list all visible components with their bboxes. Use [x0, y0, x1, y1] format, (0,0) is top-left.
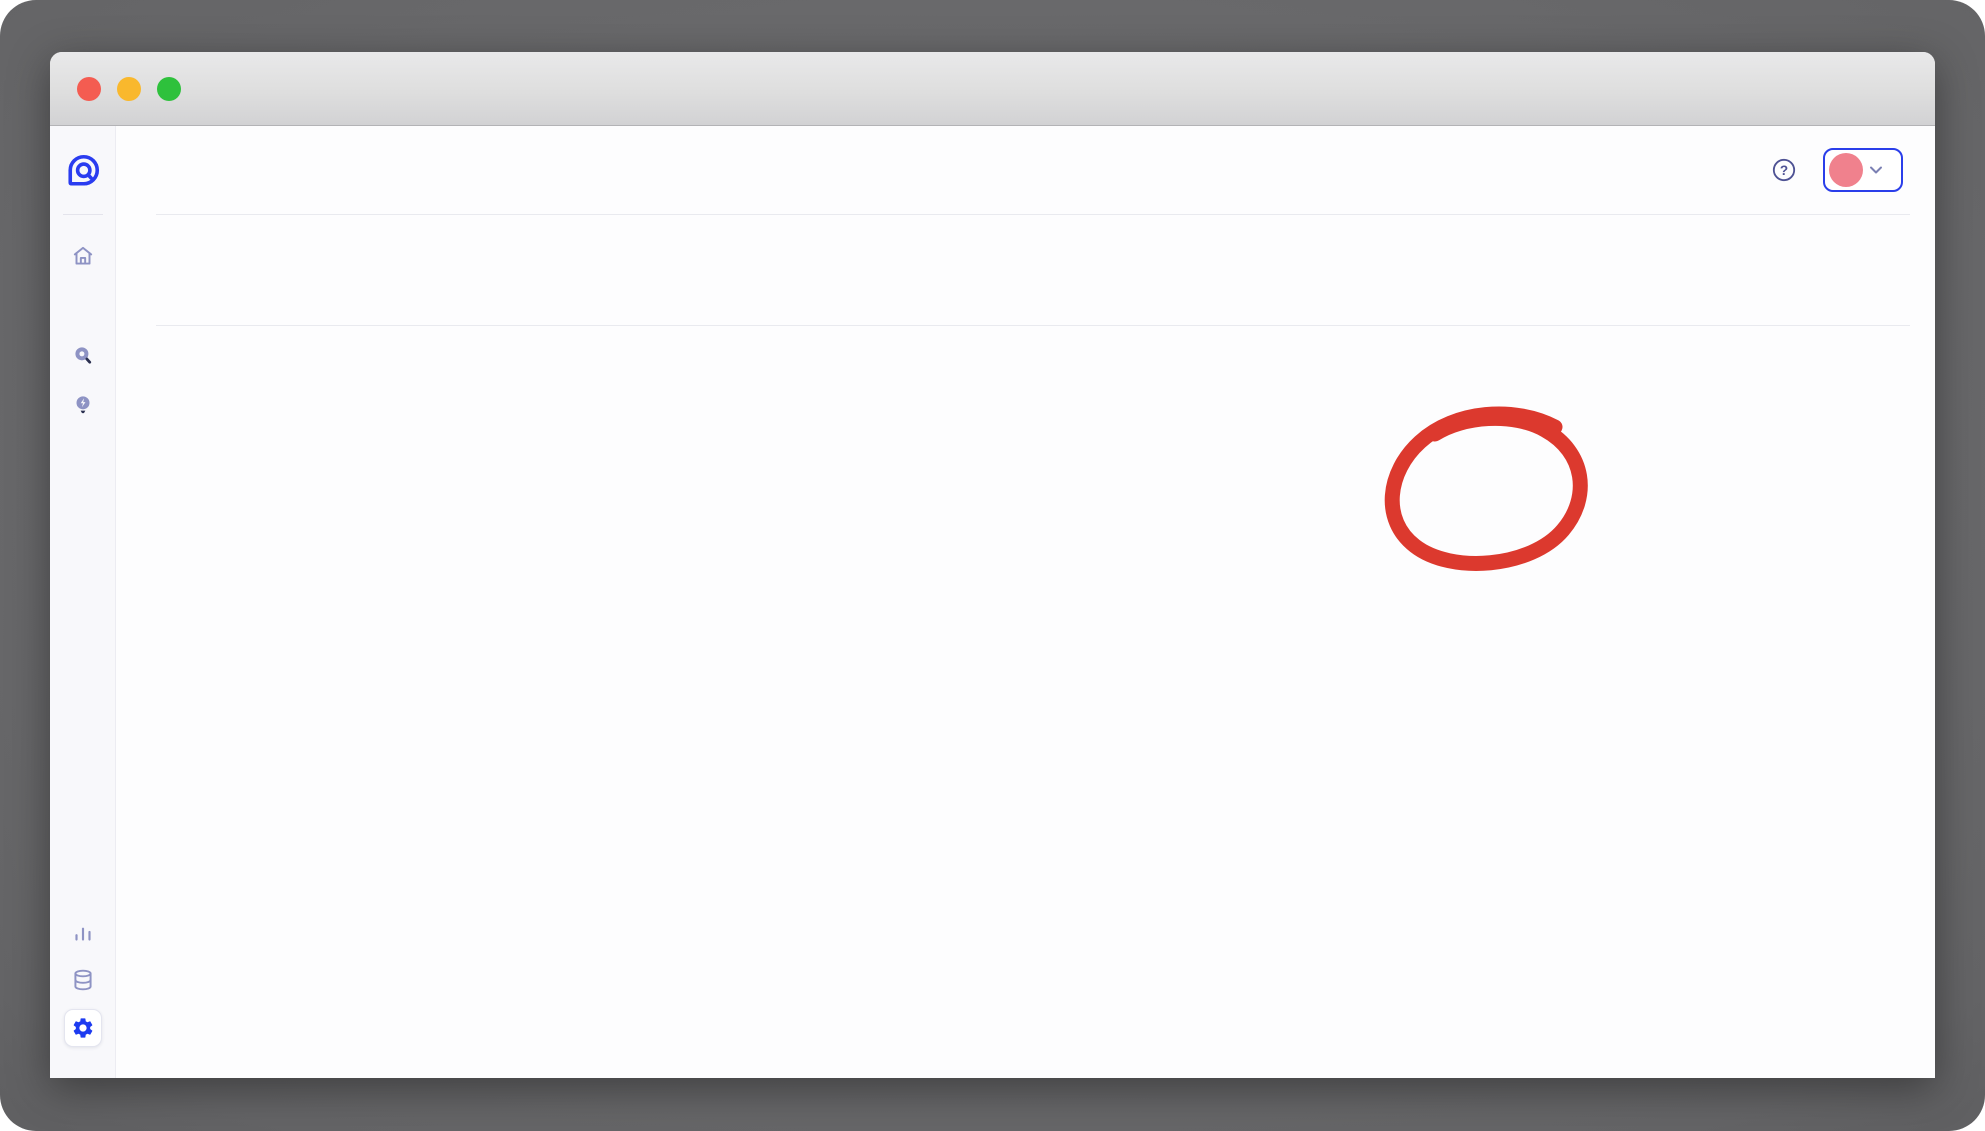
bar-chart-icon — [70, 920, 96, 946]
app-window: ? — [50, 52, 1935, 1078]
sidebar-item-data[interactable] — [70, 967, 96, 993]
main-area: ? — [116, 126, 1935, 1078]
sidebar — [50, 126, 116, 1078]
account-menu-button[interactable] — [1823, 148, 1903, 192]
titlebar[interactable] — [50, 52, 1935, 126]
close-button[interactable] — [77, 77, 101, 101]
help-button[interactable]: ? — [1771, 157, 1797, 183]
gear-icon — [71, 1016, 95, 1040]
section-divider — [156, 325, 1910, 326]
app-shell: ? — [50, 126, 1935, 1078]
avatar — [1829, 153, 1863, 187]
screenshot-frame: ? — [0, 0, 1985, 1131]
sidebar-divider — [63, 214, 103, 215]
topbar: ? — [156, 126, 1910, 215]
question-mark-circle-icon: ? — [1771, 157, 1797, 183]
lightbulb-bolt-icon — [70, 392, 96, 418]
chevron-down-icon — [1866, 160, 1886, 180]
home-icon — [70, 243, 96, 269]
page-content — [116, 215, 1935, 1078]
sidebar-item-settings[interactable] — [64, 1009, 102, 1047]
svg-text:?: ? — [1780, 163, 1788, 178]
search-icon — [70, 343, 96, 369]
algolia-logo[interactable] — [64, 152, 102, 190]
minimize-button[interactable] — [117, 77, 141, 101]
database-icon — [70, 967, 96, 993]
sidebar-item-analytics[interactable] — [70, 920, 96, 946]
algolia-logo-icon — [65, 153, 101, 189]
sidebar-item-home[interactable] — [70, 243, 96, 269]
zoom-button[interactable] — [157, 77, 181, 101]
sidebar-item-search[interactable] — [70, 343, 96, 369]
sidebar-item-recommend[interactable] — [70, 392, 96, 418]
